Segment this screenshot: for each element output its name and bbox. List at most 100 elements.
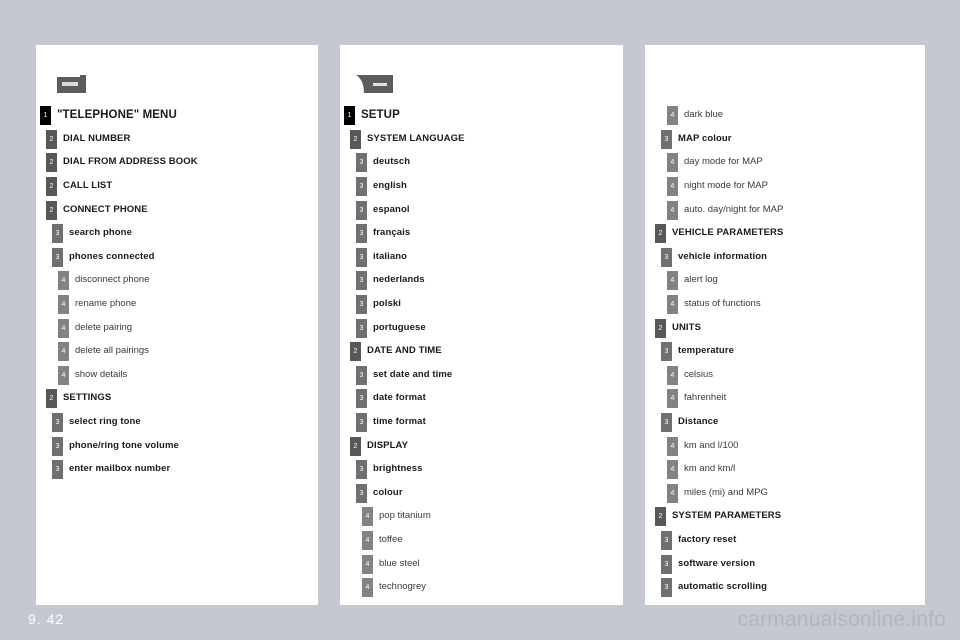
menu-row-label: delete all pairings [75,345,149,357]
phone-tab-icon [56,74,87,96]
level-badge: 4 [667,365,678,385]
menu-row-label: fahrenheit [684,392,727,404]
menu-row-label: brightness [373,463,423,475]
level-badge: 4 [667,271,678,291]
menu-row-label: alert log [684,274,718,286]
level-badge: 3 [661,247,672,267]
menu-row-label: SETTINGS [63,392,112,404]
menu-row-label: rename phone [75,298,137,310]
menu-row: 3 italiano [340,245,623,269]
menu-row-label: DIAL FROM ADDRESS BOOK [63,156,198,168]
menu-row-label: day mode for MAP [684,156,763,168]
menu-row-label: factory reset [678,533,737,545]
level-badge: 3 [661,129,672,149]
level-badge: 4 [667,153,678,173]
menu-row: 2 SETTINGS [36,386,318,410]
menu-row: 4 delete all pairings [36,339,318,363]
level-badge: 2 [655,224,666,244]
menu-row-label: SYSTEM LANGUAGE [367,132,465,144]
menu-row-label: blue steel [379,557,420,569]
menu-row: 3 set date and time [340,363,623,387]
level-badge: 2 [655,507,666,527]
level-badge: 4 [58,318,69,338]
menu-row: 3 automatic scrolling [645,575,925,599]
menu-row-label: km and km/l [684,463,736,475]
menu-row: 3 espanol [340,197,623,221]
menu-row-label: show details [75,368,128,380]
menu-row: 2 SYSTEM LANGUAGE [340,127,623,151]
menu-row-label: VEHICLE PARAMETERS [672,227,784,239]
level-badge: 3 [661,530,672,550]
level-badge: 2 [46,129,57,149]
level-badge: 4 [667,389,678,409]
page-number: 9. 42 [28,611,65,627]
menu-row-label: search phone [69,227,132,239]
panel-setup-menu-continued: 4 dark blue 3 MAP colour 4 day mode for MAP 4 n… [645,45,925,605]
menu-row: 3 phone/ring tone volume [36,433,318,457]
menu-row-label: select ring tone [69,416,141,428]
menu-row: 3 date format [340,386,623,410]
menu-row-label: km and l/100 [684,439,739,451]
menu-row: 3 colour [340,481,623,505]
menu-row-label: portuguese [373,321,426,333]
menu-row-label: DATE AND TIME [367,345,442,357]
menu-row-label: delete pairing [75,321,133,333]
menu-row: 3 brightness [340,457,623,481]
manual-page: 1 "TELEPHONE" MENU 2 DIAL NUMBER 2 DIAL FROM … [0,0,960,640]
menu-row-label: set date and time [373,368,453,380]
menu-row: 4 celsius [645,363,925,387]
menu-row-label: nederlands [373,274,425,286]
level-badge: 3 [356,247,367,267]
panel-telephone-menu: 1 "TELEPHONE" MENU 2 DIAL NUMBER 2 DIAL FROM … [36,45,318,605]
level-badge: 4 [58,342,69,362]
level-badge: 4 [667,436,678,456]
menu-row: 4 blue steel [340,551,623,575]
menu-row-label: CALL LIST [63,180,113,192]
menu-row: 4 km and km/l [645,457,925,481]
level-badge: 2 [350,129,361,149]
menu-row: 4 dark blue [645,103,925,127]
menu-row-label: espanol [373,203,410,215]
menu-row: 4 rename phone [36,292,318,316]
menu-row-label: auto. day/night for MAP [684,203,784,215]
menu-row-label: CONNECT PHONE [63,203,148,215]
menu-row: 4 toffee [340,528,623,552]
menu-row-label: celsius [684,368,714,380]
level-badge: 3 [356,177,367,197]
menu-row: 4 delete pairing [36,315,318,339]
level-badge: 3 [356,295,367,315]
menu-row: 2 SYSTEM PARAMETERS [645,504,925,528]
level-badge: 3 [356,153,367,173]
menu-row-label: Distance [678,416,719,428]
level-badge: 3 [661,578,672,598]
menu-row: 3 phones connected [36,245,318,269]
menu-row-label: phones connected [69,250,155,262]
level-badge: 1 [40,106,51,126]
menu-list-column-3: 4 dark blue 3 MAP colour 4 day mode for MAP 4 n… [645,103,925,598]
level-badge: 3 [661,413,672,433]
level-badge: 2 [46,153,57,173]
menu-tree-panels: 1 "TELEPHONE" MENU 2 DIAL NUMBER 2 DIAL FROM … [36,45,925,605]
level-badge: 3 [52,460,63,480]
menu-row-label: disconnect phone [75,274,150,286]
menu-row: 4 fahrenheit [645,386,925,410]
level-badge: 3 [356,413,367,433]
menu-row: 2 CONNECT PHONE [36,197,318,221]
menu-row: 4 day mode for MAP [645,150,925,174]
menu-row-label: software version [678,557,756,569]
menu-row-label: toffee [379,533,403,545]
menu-row-label: UNITS [672,321,701,333]
menu-row-label: "TELEPHONE" MENU [57,108,177,121]
menu-row-label: italiano [373,250,408,262]
level-badge: 4 [362,554,373,574]
menu-row-label: SETUP [361,108,400,121]
menu-list-column-2: 1 SETUP 2 SYSTEM LANGUAGE 3 deutsch 3 english 3 e… [340,103,623,598]
level-badge: 3 [356,271,367,291]
menu-row-label: automatic scrolling [678,581,768,593]
level-badge: 3 [356,389,367,409]
menu-row-label: vehicle information [678,250,768,262]
menu-row: 4 disconnect phone [36,268,318,292]
menu-row: 3 vehicle information [645,245,925,269]
level-badge: 4 [667,200,678,220]
menu-row-label: dark blue [684,109,724,121]
